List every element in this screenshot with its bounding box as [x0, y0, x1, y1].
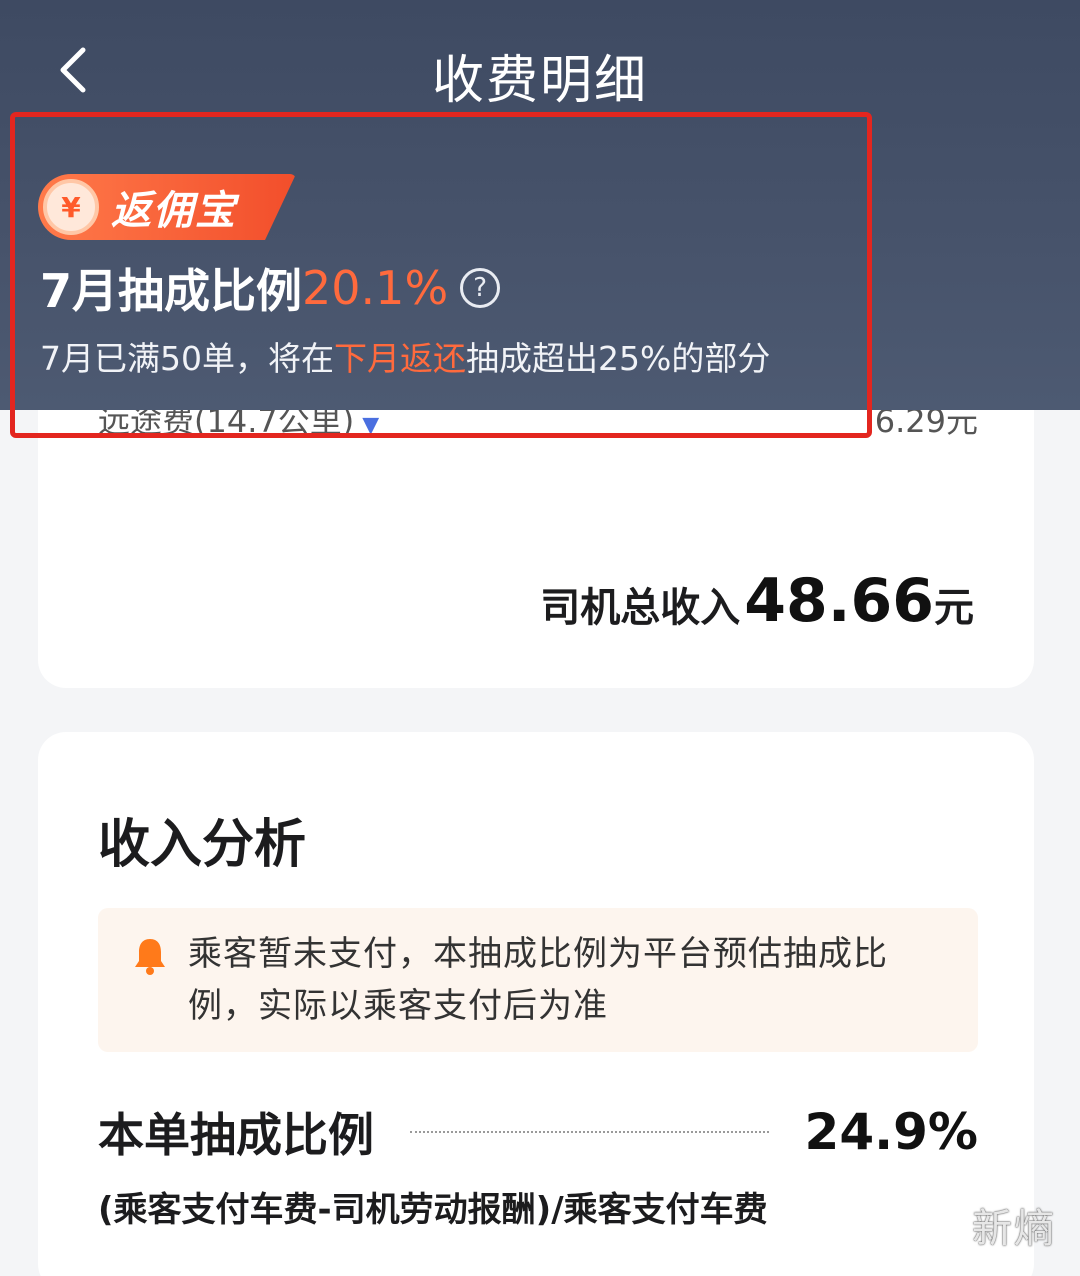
notice-text: 乘客暂未支付，本抽成比例为平台预估抽成比例，实际以乘客支付后为准 [188, 934, 888, 1026]
income-analysis-card: 收入分析 乘客暂未支付，本抽成比例为平台预估抽成比例，实际以乘客支付后为准 本单… [38, 732, 1034, 1276]
order-ratio-row: 本单抽成比例 24.9% [98, 1102, 978, 1162]
total-unit: 元 [934, 585, 974, 631]
notice-box: 乘客暂未支付，本抽成比例为平台预估抽成比例，实际以乘客支付后为准 [98, 908, 978, 1052]
highlight-frame [10, 112, 872, 438]
fee-summary-card: 远途费(14.7公里) ▼ 6.29元 司机总收入 48.66 元 [38, 410, 1034, 688]
bell-icon [135, 939, 165, 975]
ratio-label: 本单抽成比例 [98, 1108, 374, 1162]
driver-total-income: 司机总收入 48.66 元 [540, 566, 974, 636]
ratio-formula: (乘客支付车费-司机劳动报酬)/乘客支付车费 [98, 1190, 768, 1230]
fee-value: 6.29元 [874, 410, 978, 440]
total-value: 48.66 [744, 566, 934, 636]
page-title: 收费明细 [431, 51, 648, 111]
ratio-value: 24.9% [804, 1103, 978, 1161]
dotted-leader [410, 1131, 769, 1133]
total-label: 司机总收入 [540, 585, 741, 631]
section-title: 收入分析 [98, 815, 307, 875]
watermark: 新熵 [972, 1206, 1056, 1252]
